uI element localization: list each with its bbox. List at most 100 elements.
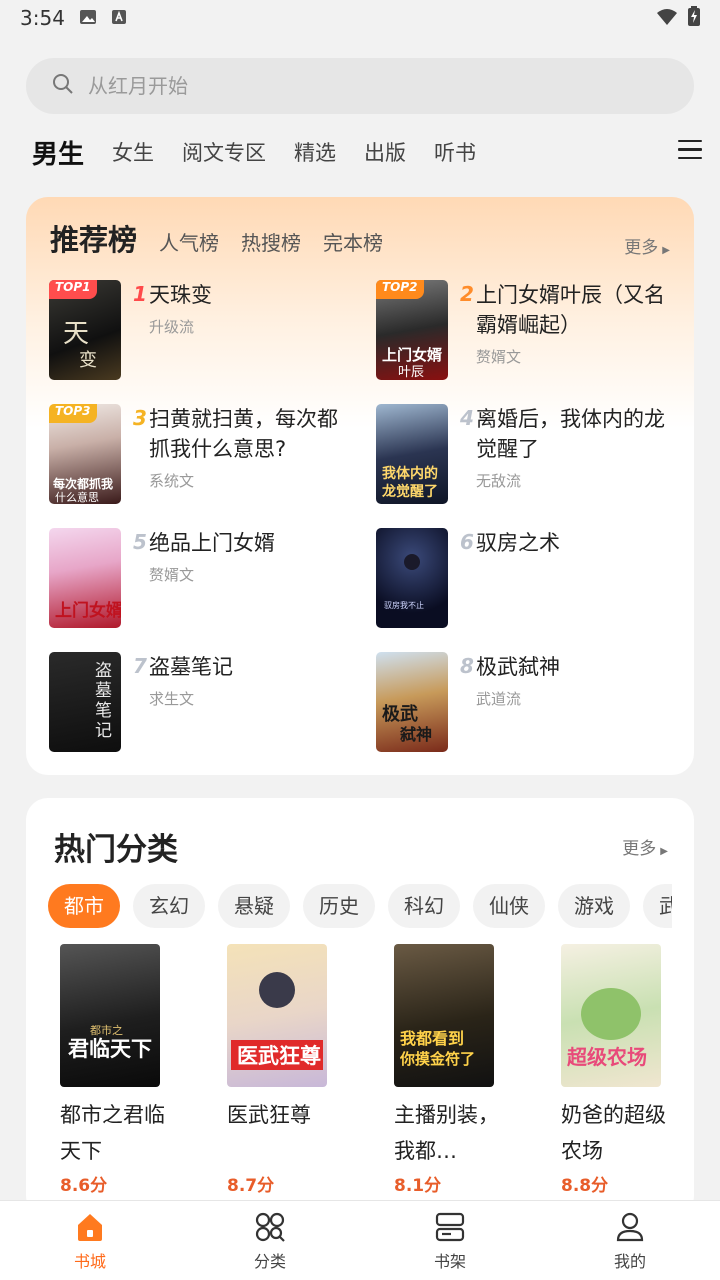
top-badge: TOP1: [49, 280, 97, 299]
book-title: 天珠变: [149, 283, 212, 307]
tab-male[interactable]: 男生: [32, 134, 84, 171]
chip-xianxia[interactable]: 仙侠: [473, 884, 545, 928]
nav-label: 我的: [613, 1251, 646, 1271]
triangle-right-icon: ▶: [662, 245, 670, 256]
status-bar: 3:54: [0, 0, 720, 36]
svg-text:驭房我不止: 驭房我不止: [384, 600, 424, 610]
svg-text:墓: 墓: [95, 681, 112, 701]
book-title: 驭房之术: [476, 531, 560, 555]
ranking-item[interactable]: 盗墓笔记 7 盗墓笔记 求生文: [49, 652, 349, 756]
book-genre: 无敌流: [476, 472, 522, 490]
book-title: 奶爸的超级农场: [561, 1103, 666, 1163]
book-genre: 求生文: [149, 690, 195, 708]
hot-more-link[interactable]: 更多 ▶: [622, 834, 668, 859]
chip-suspense[interactable]: 悬疑: [218, 884, 290, 928]
search-input[interactable]: [88, 74, 608, 98]
menu-icon[interactable]: [678, 140, 702, 160]
book-cover: 我都看到 你摸金符了: [394, 944, 494, 1087]
home-icon: [73, 1210, 107, 1244]
ranking-item[interactable]: 天变 TOP1 1 天珠变 升级流: [49, 280, 349, 384]
book-title: 主播别装，我都…: [394, 1103, 499, 1163]
tab-featured[interactable]: 精选: [294, 137, 336, 167]
ranking-item[interactable]: 我体内的 龙觉醒了 4 离婚后，我体内的龙觉醒了 无敌流: [376, 404, 676, 508]
ranking-item[interactable]: 上门女婿 5 绝品上门女婿 赘婿文: [49, 528, 349, 632]
book-title: 上门女婿叶辰（又名霸婿崛起）: [476, 283, 665, 337]
svg-text:盗: 盗: [95, 661, 112, 681]
bookshelf-icon: [433, 1210, 467, 1244]
svg-text:什么意思: 什么意思: [55, 490, 99, 504]
nav-label: 书架: [433, 1251, 466, 1271]
book-score: 8.1分: [394, 1176, 442, 1196]
book-genre: 武道流: [476, 690, 522, 708]
more-label: 更多: [624, 238, 659, 258]
ranking-title: 推荐榜: [50, 223, 138, 257]
book-cover: 君临天下 都市之: [60, 944, 160, 1087]
svg-text:极武: 极武: [382, 704, 418, 725]
status-time: 3:54: [20, 6, 65, 30]
hot-category-card: 热门分类 更多▶ 都市玄幻悬疑历史科幻仙侠游戏武侠 君临天下都市之 都市之君临天…: [26, 798, 694, 1218]
battery-icon: [688, 5, 700, 31]
nav-label: 分类: [253, 1251, 286, 1271]
svg-text:每次都抓我: 每次都抓我: [53, 476, 113, 491]
chip-game[interactable]: 游戏: [558, 884, 630, 928]
book-cover: 天变 TOP1: [49, 280, 121, 380]
chip-urban[interactable]: 都市: [48, 884, 120, 928]
profile-icon: [613, 1210, 647, 1244]
book-score: 8.6分: [60, 1176, 108, 1196]
tab-female[interactable]: 女生: [112, 137, 154, 167]
book-card[interactable]: 君临天下 都市之 都市之君临天下 8.6分: [52, 944, 172, 1196]
ranking-tab-hotsearch[interactable]: 热搜榜: [241, 227, 301, 256]
tab-yuewen[interactable]: 阅文专区: [182, 137, 266, 167]
svg-text:记: 记: [95, 721, 112, 741]
book-score: 8.7分: [227, 1176, 275, 1196]
translate-icon: [111, 6, 127, 30]
top-badge: TOP3: [49, 404, 97, 423]
tab-publish[interactable]: 出版: [364, 137, 406, 167]
rank-number: 7: [133, 654, 147, 678]
ranking-tab-popular[interactable]: 人气榜: [159, 227, 219, 256]
book-card[interactable]: 我都看到 你摸金符了 主播别装，我都… 8.1分: [386, 944, 506, 1196]
hot-category-title: 热门分类: [54, 832, 178, 868]
ranking-more-link[interactable]: 更多 ▶: [624, 233, 670, 258]
ranking-item[interactable]: 驭房我不止 6 驭房之术: [376, 528, 676, 632]
book-genre: 系统文: [149, 472, 195, 490]
svg-text:笔: 笔: [95, 701, 112, 721]
svg-text:医武狂尊: 医武狂尊: [237, 1044, 321, 1068]
book-card[interactable]: 超级农场 奶爸的超级农场 8.8分: [553, 944, 673, 1196]
chip-scifi[interactable]: 科幻: [388, 884, 460, 928]
book-card[interactable]: 医武狂尊 医武狂尊 8.7分: [219, 944, 339, 1196]
chip-fantasy[interactable]: 玄幻: [133, 884, 205, 928]
ranking-item[interactable]: 上门女婿 叶辰 TOP2 2 上门女婿叶辰（又名霸婿崛起） 赘婿文: [376, 280, 676, 384]
recommend-ranking-card: 推荐榜 人气榜 热搜榜 完本榜 更多 ▶ 天变 TOP1 1 天珠变 升级流 上门…: [26, 197, 694, 775]
rank-number: 5: [133, 530, 147, 554]
book-cover: 上门女婿 叶辰 TOP2: [376, 280, 448, 380]
book-title: 盗墓笔记: [149, 655, 233, 679]
nav-category[interactable]: 分类: [180, 1201, 360, 1280]
ranking-tab-finished[interactable]: 完本榜: [323, 227, 383, 256]
chip-history[interactable]: 历史: [303, 884, 375, 928]
wifi-icon: [656, 6, 678, 30]
svg-text:天: 天: [63, 319, 89, 349]
book-genre: 升级流: [149, 318, 195, 336]
chip-wuxia[interactable]: 武侠: [643, 884, 672, 928]
nav-profile[interactable]: 我的: [540, 1201, 720, 1280]
nav-bookshelf[interactable]: 书架: [360, 1201, 540, 1280]
ranking-item[interactable]: 每次都抓我 什么意思 TOP3 3 扫黄就扫黄，每次都抓我什么意思? 系统文: [49, 404, 349, 508]
rank-number: 6: [460, 530, 474, 554]
ranking-item[interactable]: 极武 弑神 8 极武弑神 武道流: [376, 652, 676, 756]
book-score: 8.8分: [561, 1176, 609, 1196]
tab-audio[interactable]: 听书: [434, 137, 476, 167]
search-bar[interactable]: [26, 58, 694, 114]
book-cover: 超级农场: [561, 944, 661, 1087]
book-cover: 医武狂尊: [227, 944, 327, 1087]
svg-text:我体内的: 我体内的: [382, 465, 438, 482]
book-title: 绝品上门女婿: [149, 531, 275, 555]
svg-text:上门女婿: 上门女婿: [55, 600, 121, 621]
book-cover: 极武 弑神: [376, 652, 448, 752]
top-badge: TOP2: [376, 280, 424, 299]
svg-text:上门女婿: 上门女婿: [382, 346, 443, 364]
nav-bookstore[interactable]: 书城: [0, 1201, 180, 1280]
book-title: 医武狂尊: [227, 1103, 311, 1127]
rank-number: 1: [133, 282, 147, 306]
book-genre: 赘婿文: [149, 566, 195, 584]
